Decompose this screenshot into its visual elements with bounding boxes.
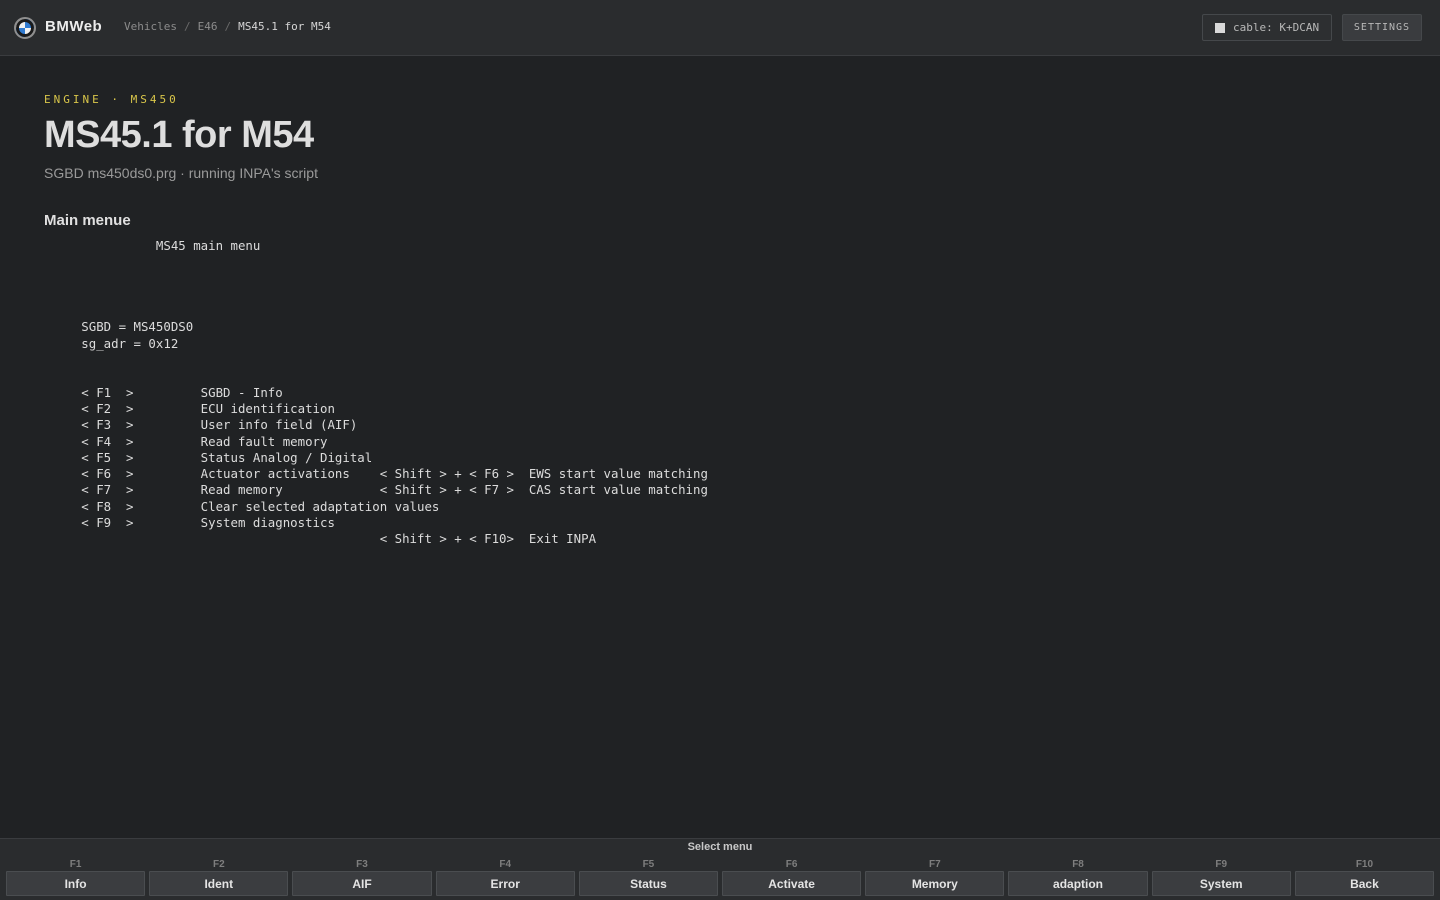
fkey-f2: F2 Ident xyxy=(149,854,289,896)
fkey-aif-button[interactable]: AIF xyxy=(292,871,432,896)
fkey-label: F7 xyxy=(928,859,941,870)
fkey-label: F6 xyxy=(785,859,798,870)
top-bar: BMWeb Vehicles / E46 / MS45.1 for M54 cable:… xyxy=(0,0,1440,56)
function-key-caption: Select menu xyxy=(687,841,753,853)
fkey-back-button[interactable]: Back xyxy=(1294,871,1435,896)
breadcrumb: Vehicles / E46 / MS45.1 for M54 xyxy=(124,20,331,33)
fkey-ident-button[interactable]: Ident xyxy=(149,871,289,896)
fkey-info-button[interactable]: Info xyxy=(6,871,146,896)
status-square-icon xyxy=(1215,22,1225,33)
brand-name[interactable]: BMWeb xyxy=(45,18,102,35)
breadcrumb-separator: / xyxy=(224,20,232,33)
fkey-activate-button[interactable]: Activate xyxy=(722,871,862,896)
fkey-f6: F6 Activate xyxy=(722,854,862,896)
inpa-screen-output: MS45 main menu SGBD = MS450DS0 sg_adr = … xyxy=(81,238,708,547)
breadcrumb-item-e46[interactable]: E46 xyxy=(198,20,218,33)
fkey-label: F5 xyxy=(642,859,655,870)
fkey-error-button[interactable]: Error xyxy=(435,871,575,896)
fkey-f8: F8 adaption xyxy=(1008,854,1148,896)
fkey-f7: F7 Memory xyxy=(865,854,1005,896)
bmw-roundel-icon[interactable] xyxy=(14,17,36,39)
module-eyebrow: ENGINE · MS450 xyxy=(44,93,179,106)
fkey-f10: F10 Back xyxy=(1294,854,1435,896)
fkey-label: F4 xyxy=(499,859,512,870)
fkey-f3: F3 AIF xyxy=(292,854,432,896)
function-key-row: F1 Info F2 Ident F3 AIF F4 Error F5 Stat… xyxy=(6,854,1435,896)
section-heading: Main menue xyxy=(44,212,131,229)
fkey-label: F3 xyxy=(356,859,368,870)
fkey-label: F10 xyxy=(1355,859,1374,870)
settings-button[interactable]: SETTINGS xyxy=(1342,14,1422,41)
fkey-f1: F1 Info xyxy=(6,854,146,896)
fkey-label: F8 xyxy=(1072,859,1084,870)
cable-status-label: cable: K+DCAN xyxy=(1233,21,1320,34)
fkey-memory-button[interactable]: Memory xyxy=(865,871,1005,896)
fkey-system-button[interactable]: System xyxy=(1151,871,1291,896)
fkey-label: F9 xyxy=(1215,859,1228,870)
fkey-status-button[interactable]: Status xyxy=(578,871,719,896)
fkey-label: F1 xyxy=(69,859,82,870)
breadcrumb-item-vehicles[interactable]: Vehicles xyxy=(124,20,177,33)
function-key-bar: Select menu F1 Info F2 Ident F3 AIF F4 E… xyxy=(0,838,1440,900)
page-title: MS45.1 for M54 xyxy=(44,114,314,156)
breadcrumb-separator: / xyxy=(183,20,191,33)
fkey-f9: F9 System xyxy=(1151,854,1291,896)
breadcrumb-item-current: MS45.1 for M54 xyxy=(238,20,331,33)
fkey-adaption-button[interactable]: adaption xyxy=(1008,871,1148,896)
page-subtitle: SGBD ms450ds0.prg · running INPA's scrip… xyxy=(44,165,318,181)
fkey-f4: F4 Error xyxy=(435,854,575,896)
fkey-label: F2 xyxy=(212,859,225,870)
cable-status-badge[interactable]: cable: K+DCAN xyxy=(1202,14,1332,41)
fkey-f5: F5 Status xyxy=(578,854,719,896)
